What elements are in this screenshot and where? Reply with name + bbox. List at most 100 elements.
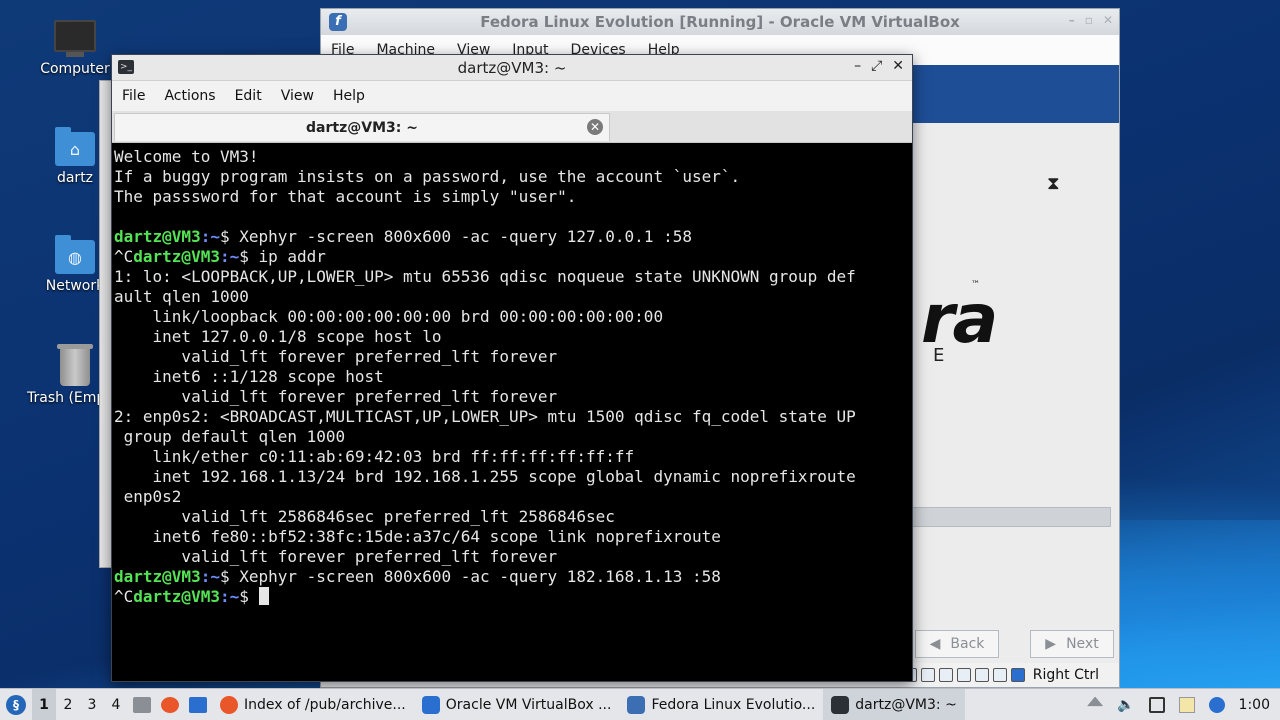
guest-subtitle: E: [933, 345, 945, 366]
workspace-1[interactable]: 1: [32, 688, 56, 720]
terminal-tab-title: dartz@VM3: ~: [306, 119, 418, 136]
clock[interactable]: 1:00: [1239, 697, 1270, 713]
output-text: 1: lo: <LOOPBACK,UP,LOWER_UP> mtu 65536 …: [114, 267, 856, 286]
terminal-output-line: enp0s2: [114, 487, 910, 507]
close-icon[interactable]: ✕: [892, 58, 904, 74]
virtualbox-title: Fedora Linux Evolution [Running] - Oracl…: [480, 13, 960, 31]
network-adapter-icon[interactable]: [938, 668, 953, 682]
maximize-icon[interactable]: ⤢: [871, 58, 882, 74]
menu-file[interactable]: File: [122, 88, 145, 104]
display-icon[interactable]: [1148, 696, 1165, 713]
output-text: inet6 ::1/128 scope host: [114, 367, 384, 386]
output-text: valid_lft 2586846sec preferred_lft 25868…: [114, 507, 615, 526]
display-icon[interactable]: [974, 668, 989, 682]
next-button[interactable]: ▶ Next: [1030, 630, 1114, 658]
desktop-icon-computer[interactable]: Computer: [27, 20, 123, 77]
terminal-prompt-line: ^Cdartz@VM3:~$ ip addr: [114, 247, 910, 267]
workspace-4[interactable]: 4: [104, 697, 128, 713]
output-text: inet6 fe80::bf52:38fc:15de:a37c/64 scope…: [114, 527, 721, 546]
eject-icon[interactable]: [1087, 696, 1104, 707]
terminal-output-line: valid_lft forever preferred_lft forever: [114, 387, 910, 407]
minimize-icon[interactable]: –: [854, 58, 861, 74]
task-fedora-vm[interactable]: Fedora Linux Evolutio...: [619, 689, 823, 720]
menu-view[interactable]: View: [281, 88, 314, 104]
close-icon[interactable]: ✕: [1103, 13, 1113, 27]
prompt-user: dartz@VM3: [133, 247, 220, 266]
menu-edit[interactable]: Edit: [235, 88, 262, 104]
task-label: dartz@VM3: ~: [855, 696, 957, 713]
terminal-icon: >_: [118, 60, 134, 74]
workspace-2[interactable]: 2: [56, 697, 80, 713]
quicklaunch-desktop[interactable]: [184, 691, 212, 719]
maximize-icon[interactable]: ▫: [1085, 13, 1093, 27]
command-text: Xephyr -screen 800x600 -ac -query 127.0.…: [239, 227, 692, 246]
workspace-3[interactable]: 3: [80, 697, 104, 713]
prompt-path: :~: [200, 227, 220, 246]
prompt-path: :~: [219, 247, 240, 266]
notification-icon[interactable]: [1208, 696, 1225, 713]
output-text: valid_lft forever preferred_lft forever: [114, 547, 558, 566]
hourglass-icon: ⧗: [1047, 173, 1060, 194]
prompt-user: dartz@VM3: [114, 567, 201, 586]
output-text: inet 127.0.0.1/8 scope host lo: [114, 327, 442, 346]
virtualbox-titlebar[interactable]: f Fedora Linux Evolution [Running] - Ora…: [321, 9, 1119, 35]
network-folder-icon: ◍: [55, 235, 95, 274]
next-arrow-icon: ▶: [1045, 636, 1057, 652]
terminal-prompt-line: dartz@VM3:~$ Xephyr -screen 800x600 -ac …: [114, 567, 910, 587]
terminal-output-line: link/loopback 00:00:00:00:00:00 brd 00:0…: [114, 307, 910, 327]
terminal-output-line: ault qlen 1000: [114, 287, 910, 307]
minimize-icon[interactable]: –: [1069, 13, 1075, 27]
terminal-output-line: Welcome to VM3!: [114, 147, 910, 167]
show-desktop-icon: [189, 696, 207, 713]
desktop-icon-label: Computer: [40, 61, 110, 77]
close-tab-icon[interactable]: ✕: [587, 119, 603, 135]
back-button[interactable]: ◀ Back: [915, 630, 999, 658]
terminal-output-line: group default qlen 1000: [114, 427, 910, 447]
fedora-icon: [627, 695, 646, 714]
terminal-output[interactable]: Welcome to VM3! If a buggy program insist…: [114, 147, 910, 677]
output-text: If a buggy program insists on a password…: [114, 167, 741, 186]
terminal-tab[interactable]: dartz@VM3: ~ ✕: [114, 113, 610, 141]
terminal-prompt-line: dartz@VM3:~$ Xephyr -screen 800x600 -ac …: [114, 227, 910, 247]
clipboard-icon[interactable]: [1178, 696, 1195, 713]
terminal-prompt-line: ^Cdartz@VM3:~$: [114, 587, 910, 607]
optical-drive-icon[interactable]: [920, 668, 935, 682]
guest-banner: [911, 65, 1119, 123]
prompt-symbol: $: [239, 587, 259, 606]
prompt-user: dartz@VM3: [133, 587, 220, 606]
keyboard-capture-icon[interactable]: [1010, 668, 1025, 682]
terminal-output-line: If a buggy program insists on a password…: [114, 167, 910, 187]
terminal-menubar: File Actions Edit View Help: [112, 81, 912, 111]
task-label: Fedora Linux Evolutio...: [651, 696, 816, 713]
output-text: link/loopback 00:00:00:00:00:00 brd 00:0…: [114, 307, 664, 326]
output-text: valid_lft forever preferred_lft forever: [114, 347, 558, 366]
next-button-label: Next: [1066, 636, 1099, 652]
terminal-tabbar: dartz@VM3: ~ ✕: [112, 111, 912, 143]
quicklaunch-firefox[interactable]: [156, 691, 184, 719]
terminal-output-line: inet6 fe80::bf52:38fc:15de:a37c/64 scope…: [114, 527, 910, 547]
terminal-window[interactable]: >_ dartz@VM3: ~ – ⤢ ✕ File Actions Edit …: [111, 54, 913, 682]
prompt-path: :~: [219, 587, 240, 606]
shared-folders-icon[interactable]: [956, 668, 971, 682]
task-firefox[interactable]: Index of /pub/archive...: [212, 689, 414, 720]
quicklaunch-files[interactable]: [128, 691, 156, 719]
task-terminal[interactable]: dartz@VM3: ~: [823, 688, 965, 720]
terminal-title: dartz@VM3: ~: [457, 58, 567, 77]
start-menu-button[interactable]: §: [0, 689, 32, 720]
mouse-integration-icon[interactable]: [992, 668, 1007, 682]
task-virtualbox-manager[interactable]: Oracle VM VirtualBox ...: [414, 689, 620, 720]
volume-icon[interactable]: 🔈: [1117, 697, 1134, 713]
computer-icon-stand: [66, 52, 84, 57]
firefox-icon: [161, 696, 179, 713]
terminal-titlebar[interactable]: >_ dartz@VM3: ~ – ⤢ ✕: [112, 55, 912, 81]
task-label: Index of /pub/archive...: [244, 696, 406, 713]
command-text: Xephyr -screen 800x600 -ac -query 182.16…: [239, 567, 721, 586]
window-controls: – ▫ ✕: [1069, 13, 1113, 27]
guest-progress-bar: [911, 507, 1111, 527]
menu-help[interactable]: Help: [333, 88, 365, 104]
terminal-output-line: valid_lft 2586846sec preferred_lft 25868…: [114, 507, 910, 527]
terminal-output-line: 2: enp0s2: <BROADCAST,MULTICAST,UP,LOWER…: [114, 407, 910, 427]
menu-actions[interactable]: Actions: [164, 88, 215, 104]
output-text: Welcome to VM3!: [114, 147, 259, 166]
